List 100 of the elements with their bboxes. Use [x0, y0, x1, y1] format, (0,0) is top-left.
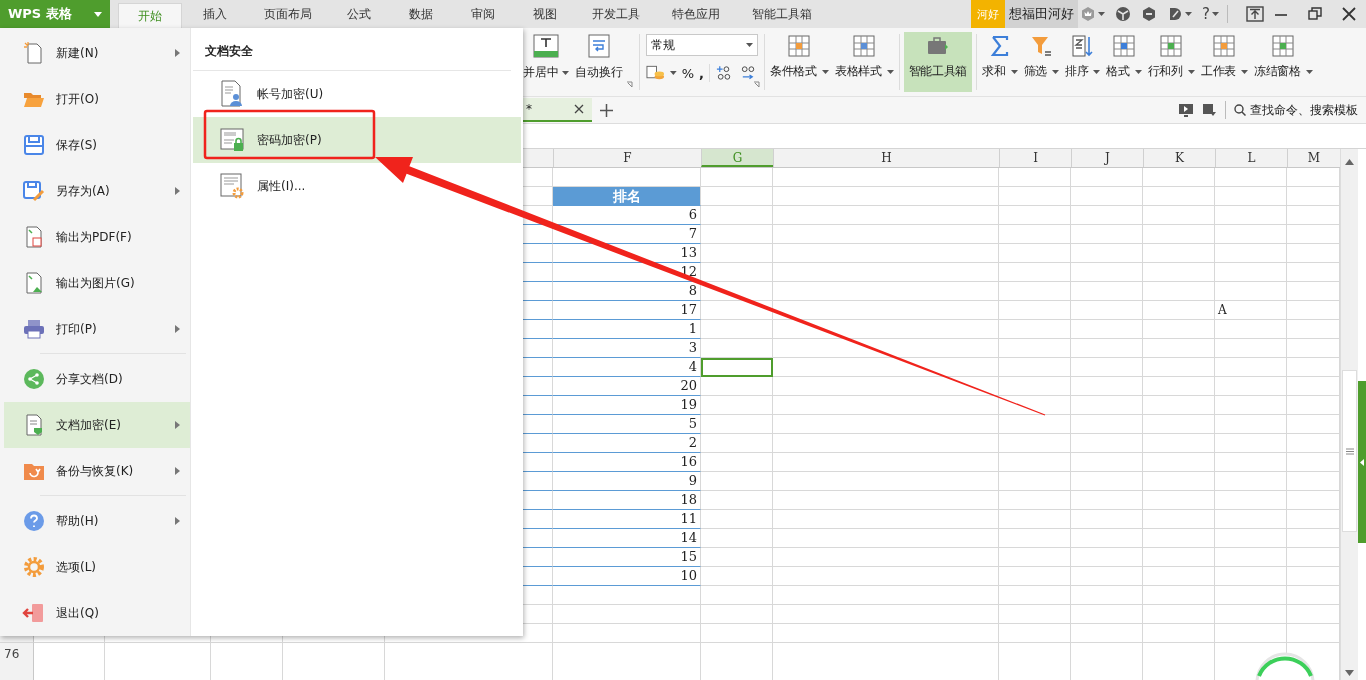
scroll-up-icon[interactable]: [1345, 159, 1354, 165]
table-cell: [1143, 415, 1215, 434]
table-cell: [1143, 548, 1215, 567]
table-cell: [1215, 605, 1287, 624]
menu-item[interactable]: 保存(S): [4, 122, 190, 168]
menu-item[interactable]: 文档加密(E): [4, 402, 190, 448]
ribbon-button[interactable]: 格式: [1103, 28, 1145, 96]
wrap-text-button[interactable]: 自动换行: [572, 28, 626, 96]
side-panel-handle[interactable]: [1358, 381, 1366, 543]
menu-item[interactable]: 退出(Q): [4, 590, 190, 636]
column-header[interactable]: H: [773, 149, 999, 167]
table-cell: [1071, 472, 1143, 491]
ribbon-button[interactable]: 冻结窗格: [1251, 28, 1316, 96]
table-cell: [1143, 624, 1215, 643]
table-cell: [1215, 339, 1287, 358]
hexagon-icon[interactable]: [1141, 6, 1158, 22]
number-format-dropdown[interactable]: 常规: [646, 34, 758, 56]
ribbon-tab[interactable]: 智能工具箱: [736, 0, 828, 28]
ribbon-button[interactable]: 工作表: [1197, 28, 1251, 96]
caret-icon: [1360, 458, 1364, 466]
ribbon-button[interactable]: 求和: [979, 28, 1021, 96]
table-cell: [999, 529, 1071, 548]
percent-button[interactable]: %: [681, 65, 695, 81]
table-cell: [1071, 320, 1143, 339]
table-cell: [1143, 206, 1215, 225]
menu-item[interactable]: 选项(L): [4, 544, 190, 590]
merge-cells-icon: [533, 34, 559, 58]
ribbon-button[interactable]: 条件格式: [767, 28, 832, 96]
caret-icon[interactable]: [670, 71, 677, 75]
scroll-down-icon[interactable]: [1345, 670, 1354, 676]
document-tab[interactable]: *: [520, 98, 592, 122]
table-cell: 15: [553, 548, 701, 567]
close-icon[interactable]: [574, 104, 584, 114]
column-header[interactable]: L: [1215, 149, 1287, 167]
skin-icon[interactable]: [1167, 6, 1184, 22]
menu-item[interactable]: 备份与恢复(K): [4, 448, 190, 494]
table-cell: [1071, 396, 1143, 415]
ribbon-tab[interactable]: 公式: [328, 0, 390, 28]
ribbon-tab[interactable]: 视图: [514, 0, 576, 28]
account-lock-icon: [219, 80, 245, 108]
ribbon-button[interactable]: 智能工具箱: [903, 32, 973, 92]
merge-center-button[interactable]: 并居中: [520, 28, 572, 96]
menu-item[interactable]: 属性(I)...: [193, 163, 521, 209]
ribbon-tab[interactable]: 数据: [390, 0, 452, 28]
ribbon-button[interactable]: 行和列: [1144, 28, 1198, 96]
table-cell: [1071, 377, 1143, 396]
menu-item[interactable]: 帮助(H): [4, 498, 190, 544]
table-cell: [1215, 187, 1287, 206]
caret-icon[interactable]: [1212, 12, 1219, 16]
table-cell: [999, 567, 1071, 586]
menu-item[interactable]: 打开(O): [4, 76, 190, 122]
ribbon-tab[interactable]: 开始: [118, 3, 182, 28]
ribbon-button[interactable]: 排序: [1061, 28, 1104, 96]
close-icon[interactable]: [1342, 7, 1356, 21]
add-icon[interactable]: [600, 103, 613, 117]
ribbon-tab[interactable]: 页面布局: [248, 0, 328, 28]
table-cell: [1071, 510, 1143, 529]
restore-icon[interactable]: [1308, 7, 1322, 21]
table-cell: [999, 472, 1071, 491]
cube-icon[interactable]: [1115, 6, 1132, 22]
menu-item[interactable]: 帐号加密(U): [193, 71, 521, 117]
ribbon-tab[interactable]: 开发工具: [576, 0, 656, 28]
menu-item[interactable]: 输出为PDF(F): [4, 214, 190, 260]
scroll-thumb[interactable]: [1342, 370, 1357, 532]
table-cell: 18: [553, 491, 701, 510]
exit-icon: [22, 601, 46, 625]
table-cell: [1071, 415, 1143, 434]
menu-item[interactable]: 另存为(A): [4, 168, 190, 214]
menu-item[interactable]: 新建(N): [4, 30, 190, 76]
column-header[interactable]: J: [1071, 149, 1143, 167]
table-cell: [1215, 377, 1287, 396]
row-header[interactable]: 76: [0, 643, 34, 680]
caret-icon[interactable]: [1098, 12, 1106, 16]
ribbon-button[interactable]: 表格样式: [831, 28, 897, 96]
table-cell: [999, 206, 1071, 225]
ribbon-tab[interactable]: 插入: [182, 0, 248, 28]
table-cell: [999, 320, 1071, 339]
account-button[interactable]: 想福田河好: [1005, 0, 1079, 28]
ribbon-tab[interactable]: 特色应用: [656, 0, 736, 28]
table-cell: [1215, 510, 1287, 529]
currency-icon[interactable]: [646, 64, 666, 82]
dialog-launcher-icon[interactable]: [626, 81, 633, 88]
ribbon-button[interactable]: 筛选: [1020, 28, 1062, 96]
upload-icon[interactable]: [1246, 6, 1264, 22]
column-header[interactable]: I: [999, 149, 1071, 167]
screen-icon[interactable]: [1179, 103, 1193, 117]
ribbon-tab[interactable]: 审阅: [452, 0, 514, 28]
dialog-launcher-icon[interactable]: [753, 81, 760, 88]
menu-item[interactable]: 密码加密(P): [193, 117, 521, 163]
menu-item[interactable]: 分享文档(D): [4, 356, 190, 402]
mailbox-icon[interactable]: [1203, 103, 1217, 117]
search-field[interactable]: 查找命令、搜索模板: [1234, 103, 1360, 117]
vertical-scrollbar[interactable]: [1340, 149, 1358, 680]
table-cell: [1143, 301, 1215, 320]
help-button[interactable]: ?: [1202, 5, 1210, 23]
menu-item[interactable]: 打印(P): [4, 306, 190, 352]
column-header[interactable]: K: [1143, 149, 1215, 167]
caret-icon[interactable]: [1185, 12, 1193, 16]
menu-item[interactable]: 输出为图片(G): [4, 260, 190, 306]
comma-button[interactable]: ,: [699, 65, 704, 81]
